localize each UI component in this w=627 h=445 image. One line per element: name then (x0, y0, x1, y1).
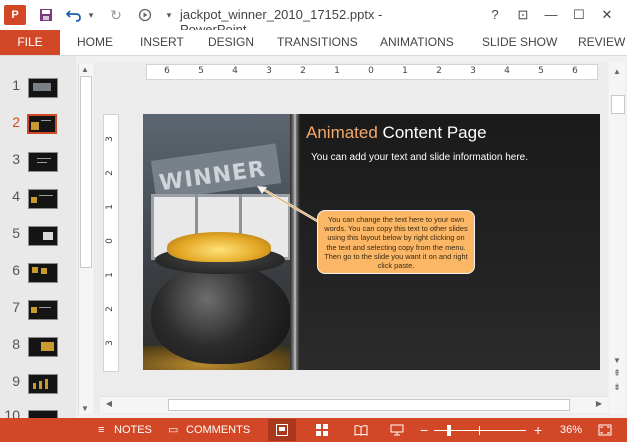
ruler-tick-label: 1 (402, 66, 408, 76)
notes-icon[interactable]: ≡ (98, 418, 104, 442)
close-icon[interactable]: ✕ (596, 4, 618, 26)
zoom-slider-handle[interactable] (447, 425, 451, 436)
editor-vertical-scrollbar-thumb[interactable] (611, 95, 625, 114)
ruler-tick-label: 2 (105, 306, 115, 312)
ruler-tick-label: 0 (368, 66, 374, 76)
thumbnail-number-1: 1 (12, 77, 20, 93)
next-slide-icon[interactable]: ⇟ (610, 382, 624, 393)
thumbnail-scrollbar-thumb[interactable] (80, 76, 92, 268)
ruler-tick-label: 1 (105, 272, 115, 278)
scroll-right-icon[interactable]: ▶ (592, 399, 606, 408)
normal-view-icon (276, 418, 288, 442)
undo-icon[interactable] (64, 5, 84, 25)
zoom-out-button[interactable]: − (420, 418, 428, 442)
scroll-down-icon[interactable]: ▼ (78, 404, 92, 413)
previous-slide-icon[interactable]: ⇞ (610, 368, 624, 379)
ruler-tick-label: 4 (232, 66, 238, 76)
ruler-tick-label: 2 (105, 170, 115, 176)
status-bar (0, 418, 627, 442)
thumbnail-number-6: 6 (12, 262, 20, 278)
slide-thumbnail-1[interactable] (28, 78, 58, 98)
slide-canvas[interactable]: WINNER Animated Content Page You can add… (143, 114, 600, 370)
editor-horizontal-scrollbar-thumb[interactable] (168, 399, 570, 411)
scroll-up-icon[interactable]: ▲ (78, 65, 92, 74)
ruler-tick-label: 2 (436, 66, 442, 76)
tab-transitions[interactable]: TRANSITIONS (277, 30, 358, 55)
ruler-tick-label: 1 (105, 204, 115, 210)
tab-animations[interactable]: ANIMATIONS (380, 30, 454, 55)
callout-box[interactable]: You can change the text here to your own… (317, 210, 475, 274)
ruler-tick-label: 5 (538, 66, 544, 76)
zoom-slider-center-mark (479, 426, 480, 435)
powerpoint-logo-icon: P (4, 5, 26, 25)
ruler-tick-label: 3 (105, 340, 115, 346)
slide-thumbnail-4[interactable] (28, 189, 58, 209)
tab-insert[interactable]: INSERT (140, 30, 184, 55)
ruler-tick-label: 5 (198, 66, 204, 76)
ruler-tick-label: 4 (504, 66, 510, 76)
slide-thumbnail-9[interactable] (28, 374, 58, 394)
slide-thumbnail-7[interactable] (28, 300, 58, 320)
reading-view-icon[interactable] (354, 418, 368, 442)
customize-quick-access-icon[interactable]: ▾ (164, 5, 174, 25)
thumbnail-number-5: 5 (12, 225, 20, 241)
zoom-level[interactable]: 36% (560, 418, 582, 442)
slide-thumbnail-8[interactable] (28, 337, 58, 357)
slide-thumbnail-3[interactable] (28, 152, 58, 172)
start-slideshow-icon[interactable] (136, 5, 156, 25)
notes-button[interactable]: NOTES (114, 418, 152, 442)
ruler-tick-label: 1 (334, 66, 340, 76)
ruler-tick-label: 6 (572, 66, 578, 76)
ruler-tick-label: 3 (266, 66, 272, 76)
ruler-tick-label: 6 (164, 66, 170, 76)
tab-home[interactable]: HOME (77, 30, 113, 55)
slide-thumbnail-6[interactable] (28, 263, 58, 283)
editor-scroll-up-icon[interactable]: ▲ (610, 67, 624, 76)
slide-thumbnail-5[interactable] (28, 226, 58, 246)
comments-button[interactable]: COMMENTS (186, 418, 250, 442)
ruler-tick-label: 0 (105, 238, 115, 244)
save-icon[interactable] (36, 5, 56, 25)
ruler-tick-label: 2 (300, 66, 306, 76)
thumbnail-number-8: 8 (12, 336, 20, 352)
tab-review[interactable]: REVIEW (578, 30, 627, 55)
slide-sorter-icon[interactable] (316, 418, 328, 442)
slideshow-view-icon[interactable] (390, 418, 404, 442)
thumbnail-number-7: 7 (12, 299, 20, 315)
tab-file[interactable]: FILE (0, 30, 60, 55)
ribbon-display-options-icon[interactable]: ⊡ (512, 4, 534, 26)
undo-dropdown-icon[interactable]: ▾ (86, 5, 96, 25)
scroll-left-icon[interactable]: ◀ (102, 399, 116, 408)
comments-icon[interactable]: ▭ (168, 418, 178, 442)
editor-scroll-down-icon[interactable]: ▼ (610, 356, 624, 365)
minimize-icon[interactable]: — (540, 4, 562, 26)
ruler-tick-label: 3 (470, 66, 476, 76)
thumbnail-number-9: 9 (12, 373, 20, 389)
tab-design[interactable]: DESIGN (208, 30, 254, 55)
redo-icon[interactable]: ↻ (106, 5, 126, 25)
tab-slide-show[interactable]: SLIDE SHOW (482, 30, 557, 55)
ruler-tick-label: 3 (105, 136, 115, 142)
slide-thumbnail-2[interactable] (27, 114, 57, 134)
thumbnail-number-4: 4 (12, 188, 20, 204)
zoom-in-button[interactable]: + (534, 418, 542, 442)
help-icon[interactable]: ? (484, 4, 506, 26)
fit-slide-icon[interactable] (598, 418, 612, 442)
thumbnail-number-2: 2 (12, 114, 20, 130)
maximize-icon[interactable]: ☐ (568, 4, 590, 26)
thumbnail-number-3: 3 (12, 151, 20, 167)
